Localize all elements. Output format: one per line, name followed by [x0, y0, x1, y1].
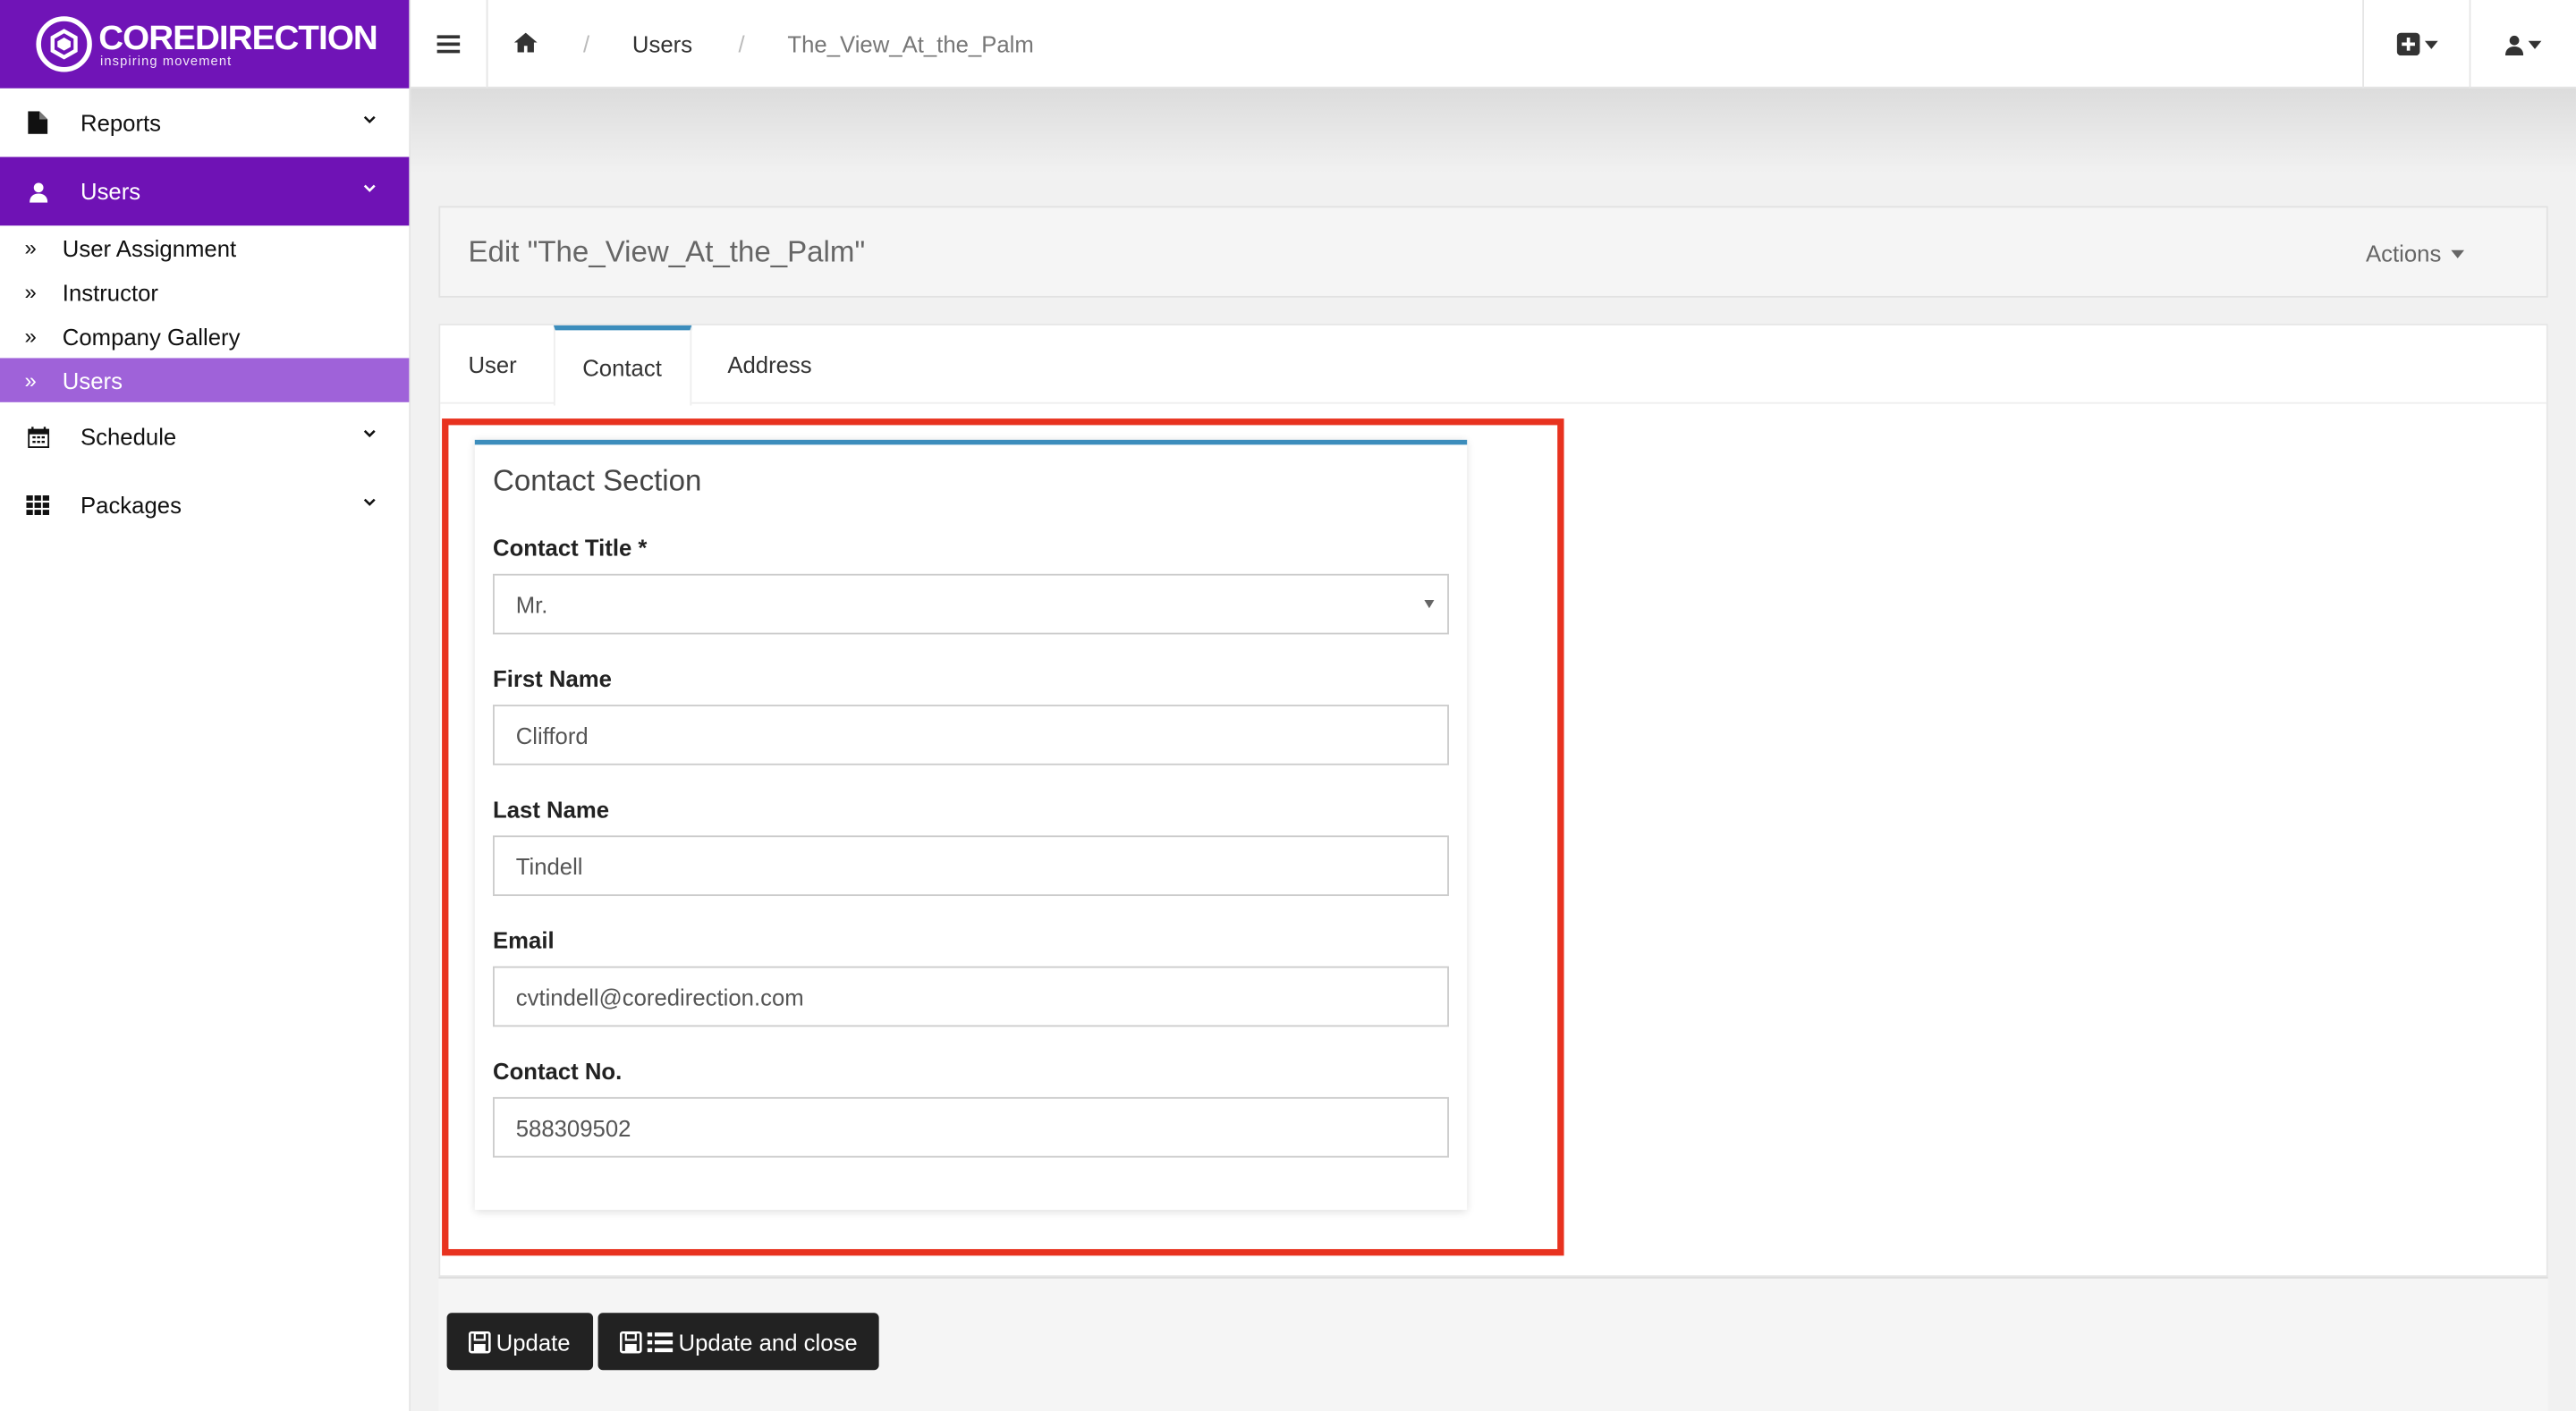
sidebar-item-label: Packages: [80, 492, 182, 519]
caret-down-icon: [2424, 39, 2437, 48]
home-icon: [513, 31, 538, 52]
tab-address[interactable]: Address: [691, 325, 840, 404]
header-shadow: [411, 88, 2576, 173]
sidebar-item-label: Schedule: [80, 423, 177, 450]
first-name-input[interactable]: [515, 722, 1448, 748]
last-name-group: Last Name: [493, 796, 1449, 897]
chevron-down-icon: [363, 429, 376, 438]
submenu-item-company-gallery[interactable]: » Company Gallery: [0, 314, 409, 358]
email-group: Email: [493, 927, 1449, 1027]
calendar-icon: [26, 425, 49, 448]
breadcrumb-users-link[interactable]: Users: [632, 30, 692, 56]
submenu-label: User Assignment: [62, 234, 237, 261]
topbar: / Users / The_View_At_the_Palm: [411, 0, 2576, 89]
tab-bar: User Contact Address: [440, 325, 2546, 406]
contact-no-input[interactable]: [515, 1114, 1448, 1141]
sidebar-item-packages[interactable]: Packages: [0, 471, 409, 540]
brand-logo[interactable]: COREDIRECTION inspiring movement: [0, 0, 410, 89]
contact-no-group: Contact No.: [493, 1058, 1449, 1158]
email-input[interactable]: [515, 983, 1448, 1010]
update-label: Update: [496, 1328, 571, 1355]
sidebar: COREDIRECTION inspiring movement Reports…: [0, 0, 411, 1411]
user-icon: [2504, 34, 2524, 55]
submenu-item-users[interactable]: » Users: [0, 358, 410, 402]
double-chevron-right-icon: »: [24, 279, 37, 305]
actions-dropdown[interactable]: Actions: [2365, 240, 2465, 267]
submenu-item-user-assignment[interactable]: » User Assignment: [0, 225, 409, 269]
save-icon: [619, 1331, 642, 1353]
tab-user[interactable]: User: [440, 325, 553, 404]
double-chevron-right-icon: »: [24, 324, 37, 349]
contact-title-group: Contact Title * Mr.: [493, 535, 1449, 635]
grid-icon: [26, 494, 50, 517]
update-and-close-button[interactable]: Update and close: [597, 1313, 879, 1371]
section-title: Contact Section: [493, 464, 702, 497]
list-icon: [647, 1331, 674, 1352]
file-icon: [26, 111, 49, 134]
tab-contact[interactable]: Contact: [553, 325, 691, 406]
user-icon: [26, 180, 49, 203]
breadcrumb: / Users / The_View_At_the_Palm: [513, 30, 1034, 57]
select-arrow-icon: [1424, 600, 1435, 609]
submenu-label: Instructor: [62, 278, 158, 306]
plus-square-icon: [2395, 32, 2419, 56]
update-and-close-label: Update and close: [678, 1328, 858, 1355]
user-menu-button[interactable]: [2469, 0, 2576, 89]
caret-down-icon: [2451, 249, 2465, 258]
breadcrumb-separator: /: [583, 30, 590, 57]
form-footer: Update Update and close: [438, 1277, 2548, 1411]
contact-title-value: Mr.: [515, 591, 548, 618]
brand-tagline: inspiring movement: [100, 53, 233, 68]
breadcrumb-home-link[interactable]: [513, 30, 538, 56]
page-title: Edit "The_View_At_the_Palm": [468, 234, 866, 267]
chevron-down-icon: [363, 498, 376, 506]
last-name-label: Last Name: [493, 796, 610, 823]
submenu-label: Company Gallery: [62, 323, 241, 350]
sidebar-toggle-button[interactable]: [411, 0, 488, 88]
logo-mark-icon: [36, 16, 92, 72]
contact-section-card: Contact Section Contact Title * Mr. Firs…: [474, 439, 1468, 1211]
app-frame: COREDIRECTION inspiring movement Reports…: [0, 0, 2576, 1411]
update-button[interactable]: Update: [446, 1313, 594, 1371]
content-panel: User Contact Address Contact Section Con…: [438, 324, 2548, 1278]
double-chevron-right-icon: »: [24, 235, 37, 260]
double-chevron-right-icon: »: [24, 368, 37, 393]
save-icon: [469, 1331, 491, 1353]
last-name-input[interactable]: [515, 852, 1448, 879]
contact-title-label: Contact Title *: [493, 534, 648, 562]
sidebar-item-reports[interactable]: Reports: [0, 89, 409, 157]
first-name-group: First Name: [493, 665, 1449, 765]
chevron-down-icon: [363, 115, 376, 124]
chevron-down-icon: [363, 184, 376, 192]
email-label: Email: [493, 926, 555, 954]
breadcrumb-separator: /: [738, 30, 745, 57]
submenu-label: Users: [62, 367, 123, 393]
page-header: Edit "The_View_At_the_Palm" Actions: [438, 206, 2548, 298]
brand-name: COREDIRECTION: [98, 19, 378, 57]
sidebar-item-label: Users: [80, 178, 141, 205]
sidebar-item-label: Reports: [80, 109, 162, 136]
hamburger-icon: [436, 34, 461, 53]
actions-label: Actions: [2365, 240, 2442, 267]
main-area: Edit "The_View_At_the_Palm" Actions User…: [411, 88, 2576, 1411]
sidebar-item-schedule[interactable]: Schedule: [0, 402, 409, 471]
submenu-item-instructor[interactable]: » Instructor: [0, 270, 409, 314]
contact-no-label: Contact No.: [493, 1058, 623, 1085]
breadcrumb-current: The_View_At_the_Palm: [787, 30, 1034, 57]
contact-title-select[interactable]: Mr.: [493, 573, 1449, 635]
caret-down-icon: [2528, 39, 2542, 48]
sidebar-item-users[interactable]: Users: [0, 156, 410, 226]
add-menu-button[interactable]: [2362, 0, 2469, 89]
first-name-label: First Name: [493, 665, 612, 692]
